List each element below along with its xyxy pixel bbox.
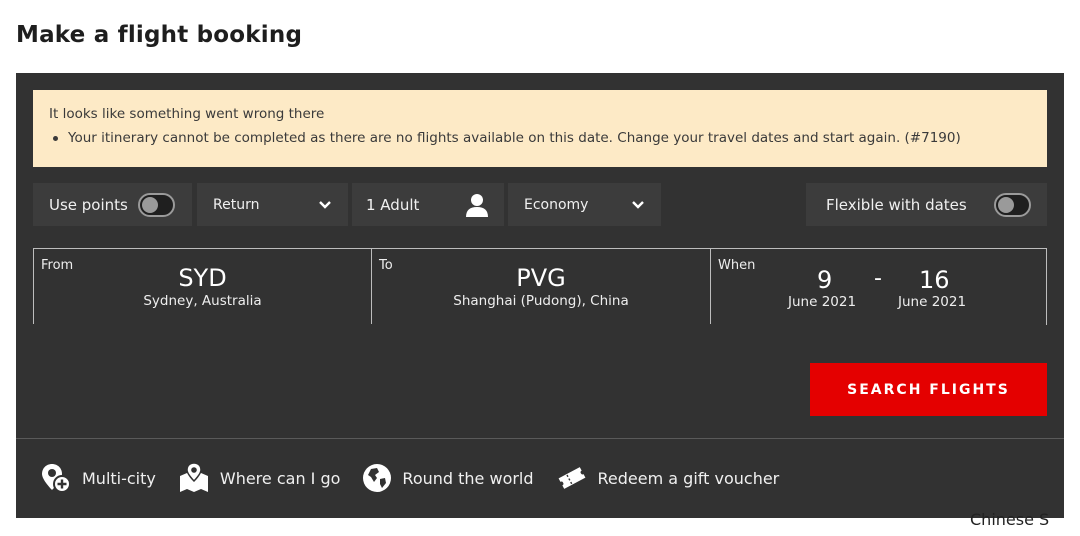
toggle-knob (998, 196, 1014, 213)
page-title: Make a flight booking (16, 22, 303, 48)
depart-month: June 2021 (788, 294, 857, 310)
round-the-world-label: Round the world (402, 468, 534, 488)
error-alert: It looks like something went wrong there… (33, 90, 1047, 167)
alert-title: It looks like something went wrong there (49, 106, 325, 122)
multi-city-label: Multi-city (82, 468, 156, 488)
return-month: June 2021 (898, 294, 967, 310)
multi-city-link[interactable]: Multi-city (40, 462, 156, 494)
round-the-world-link[interactable]: Round the world (362, 463, 534, 493)
alert-message: Your itinerary cannot be completed as th… (68, 130, 961, 146)
route-fields: From SYD Sydney, Australia To PVG Shangh… (33, 248, 1047, 325)
gift-voucher-label: Redeem a gift voucher (597, 468, 780, 488)
passengers-value: 1 Adult (366, 195, 420, 214)
search-flights-button[interactable]: SEARCH FLIGHTS (810, 363, 1047, 416)
ticket-icon (558, 467, 585, 489)
map-pin-icon (179, 462, 208, 492)
flexible-dates-option[interactable]: Flexible with dates (806, 183, 1047, 226)
when-label: When (718, 258, 756, 273)
flexible-dates-toggle[interactable] (994, 192, 1031, 217)
depart-day: 9 (817, 266, 833, 294)
where-can-i-go-link[interactable]: Where can I go (178, 462, 341, 494)
cabin-select[interactable]: Economy (508, 183, 661, 226)
person-icon (464, 192, 490, 218)
trip-type-select[interactable]: Return (197, 183, 348, 226)
passengers-select[interactable]: 1 Adult (352, 183, 504, 226)
from-code: SYD (178, 264, 227, 292)
field-border (1046, 249, 1047, 325)
divider (16, 438, 1064, 439)
gift-voucher-link[interactable]: Redeem a gift voucher (556, 466, 780, 490)
use-points-label: Use points (49, 195, 128, 214)
chevron-down-icon (631, 200, 645, 210)
use-points-option[interactable]: Use points (33, 183, 192, 226)
quick-links: Multi-city Where can I go Round the worl… (40, 462, 801, 494)
globe-icon (363, 464, 392, 492)
return-day: 16 (919, 266, 950, 294)
alert-item: Your itinerary cannot be completed as th… (49, 130, 1031, 146)
when-field[interactable]: When 9 June 2021 - 16 June 2021 (710, 248, 1047, 325)
flexible-dates-label: Flexible with dates (826, 195, 967, 214)
use-points-toggle[interactable] (137, 192, 175, 217)
where-can-i-go-label: Where can I go (219, 468, 341, 488)
cabin-value: Economy (524, 196, 589, 213)
to-city: Shanghai (Pudong), China (453, 293, 629, 309)
from-field[interactable]: From SYD Sydney, Australia (33, 248, 371, 324)
trip-type-value: Return (213, 196, 260, 213)
to-code: PVG (516, 264, 566, 292)
chevron-down-icon (318, 200, 332, 210)
from-city: Sydney, Australia (143, 293, 262, 309)
clipped-text: Chinese S (970, 510, 1050, 529)
date-separator: - (874, 266, 882, 291)
bullet-icon (53, 135, 58, 141)
to-field[interactable]: To PVG Shanghai (Pudong), China (371, 248, 710, 324)
location-pin-plus-icon (42, 464, 71, 493)
toggle-knob (141, 196, 158, 213)
booking-panel: It looks like something went wrong there… (16, 73, 1064, 518)
